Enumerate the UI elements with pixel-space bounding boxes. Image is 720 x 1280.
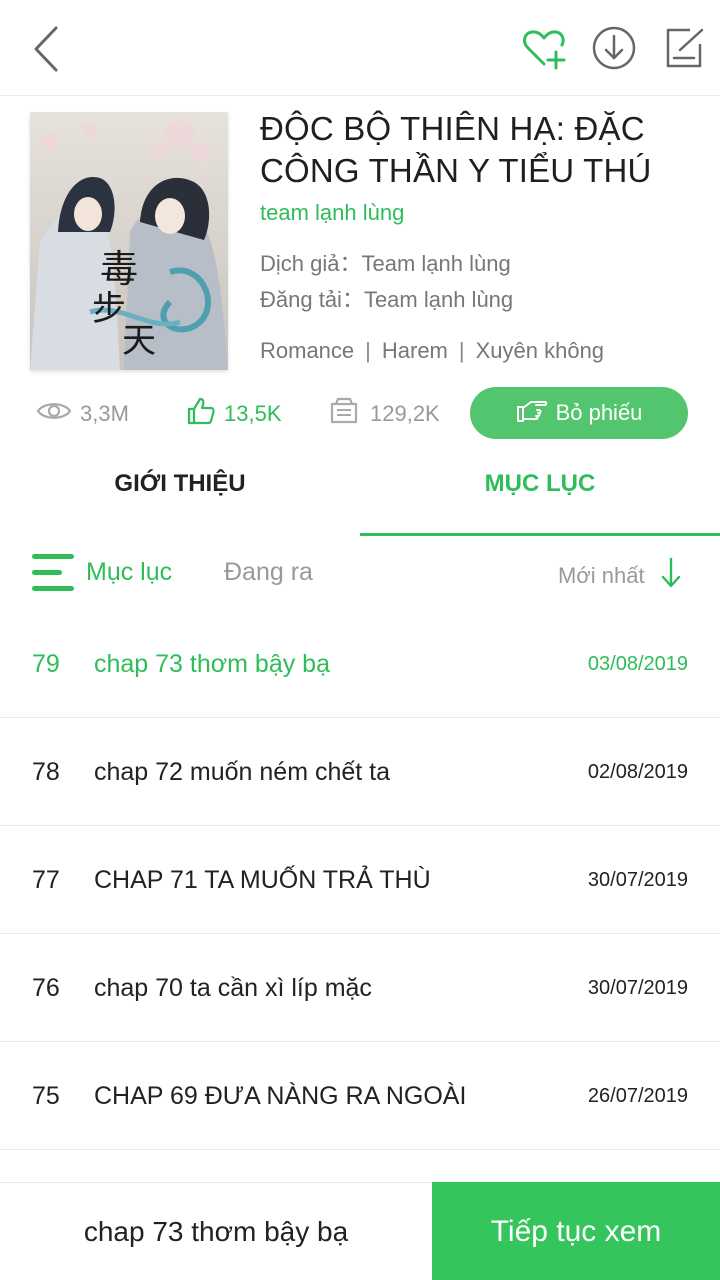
chapter-number: 76	[32, 974, 60, 1002]
tickets-count: 129,2K	[370, 401, 440, 426]
chapter-number: 77	[32, 866, 60, 894]
views-count: 3,3M	[80, 401, 129, 426]
book-author[interactable]: team lạnh lùng	[260, 200, 404, 226]
tab-table-of-contents[interactable]: MỤC LỤC	[360, 470, 720, 510]
views-stat: 3,3M	[36, 396, 129, 432]
chapter-date: 30/07/2019	[587, 869, 688, 891]
tickets-stat: 129,2K	[326, 396, 440, 432]
chapter-row[interactable]: 78 chap 72 muốn ném chết ta 02/08/2019	[0, 718, 720, 826]
active-tab-indicator	[360, 533, 720, 536]
filter-ongoing[interactable]: Đang ra	[224, 558, 313, 587]
chapter-title: CHAP 69 ĐƯA NÀNG RA NGOÀI	[94, 1082, 467, 1110]
chapter-list: 79 chap 73 thơm bậy bạ 03/08/2019 78 cha…	[0, 610, 720, 1150]
chapter-date: 03/08/2019	[587, 653, 688, 675]
chapter-date: 30/07/2019	[587, 977, 688, 999]
thumbs-up-icon[interactable]	[186, 396, 224, 432]
genre-list: Romance | Harem | Xuyên không	[260, 338, 604, 364]
genre-separator: |	[458, 338, 465, 363]
chapter-row[interactable]: 75 CHAP 69 ĐƯA NÀNG RA NGOÀI 26/07/2019	[0, 1042, 720, 1150]
chapter-date: 02/08/2019	[587, 761, 688, 783]
chapter-row[interactable]: 76 chap 70 ta cần xì líp mặc 30/07/2019	[0, 934, 720, 1042]
vote-label: Bỏ phiếu	[555, 400, 643, 425]
vote-hand-icon	[516, 397, 556, 429]
chapter-title: chap 70 ta cần xì líp mặc	[94, 974, 372, 1002]
likes-count: 13,5K	[224, 401, 282, 426]
arrow-down-icon[interactable]	[660, 557, 682, 589]
genre-tag[interactable]: Harem	[382, 338, 448, 363]
sort-newest[interactable]: Mới nhất	[558, 563, 645, 589]
vote-button[interactable]: Bỏ phiếu	[470, 387, 688, 439]
chapter-row[interactable]: 77 CHAP 71 TA MUỐN TRẢ THÙ 30/07/2019	[0, 826, 720, 934]
bottom-bar: chap 73 thơm bậy bạ Tiếp tục xem	[0, 1182, 720, 1280]
back-icon[interactable]	[26, 22, 70, 76]
chapter-number: 78	[32, 758, 60, 786]
download-icon[interactable]	[590, 24, 638, 72]
genre-tag[interactable]: Romance	[260, 338, 354, 363]
genre-separator: |	[365, 338, 371, 363]
filter-toc[interactable]: Mục lục	[86, 558, 172, 587]
chapter-title: chap 72 muốn ném chết ta	[94, 758, 391, 786]
chapter-title: chap 73 thơm bậy bạ	[94, 650, 330, 678]
chapter-date: 26/07/2019	[587, 1085, 688, 1107]
menu-list-icon[interactable]	[32, 552, 76, 594]
genre-tag[interactable]: Xuyên không	[476, 338, 604, 363]
top-bar	[0, 0, 720, 96]
uploader-line: Đăng tải：Team lạnh lùng	[260, 287, 514, 312]
chapter-row[interactable]: 79 chap 73 thơm bậy bạ 03/08/2019	[0, 610, 720, 718]
continue-reading-button[interactable]: Tiếp tục xem	[432, 1182, 720, 1280]
svg-text:毒: 毒	[100, 247, 138, 291]
edit-icon[interactable]	[660, 24, 708, 72]
chapter-number: 75	[32, 1082, 60, 1110]
chapter-title: CHAP 71 TA MUỐN TRẢ THÙ	[94, 866, 431, 894]
translator-line: Dịch giả：Team lạnh lùng	[260, 251, 511, 276]
tab-introduction[interactable]: GIỚI THIỆU	[0, 470, 360, 510]
chapter-number: 79	[32, 650, 60, 678]
book-cover[interactable]: 毒 步 天	[30, 112, 228, 370]
eye-icon	[36, 399, 80, 429]
book-title: ĐỘC BỘ THIÊN HẠ: ĐẶC CÔNG THẦN Y TIỂU TH…	[260, 110, 652, 189]
likes-stat[interactable]: 13,5K	[186, 396, 282, 432]
favorite-add-icon[interactable]	[520, 24, 568, 72]
svg-text:天: 天	[122, 321, 156, 361]
ticket-icon	[326, 396, 370, 432]
last-read-chapter[interactable]: chap 73 thơm bậy bạ	[0, 1183, 432, 1280]
svg-text:步: 步	[92, 289, 126, 329]
